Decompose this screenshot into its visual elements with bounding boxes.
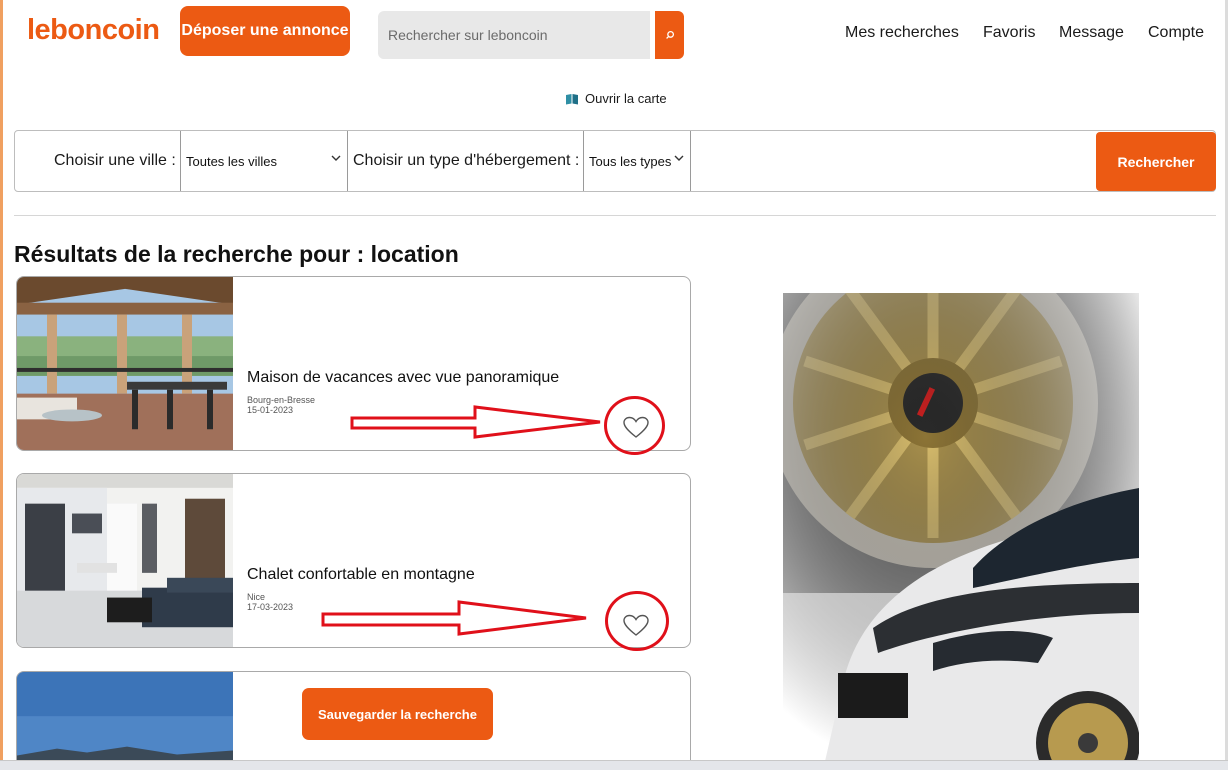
listing-title[interactable]: Chalet confortable en montagne — [247, 566, 475, 584]
nav-favorites[interactable]: Favoris — [983, 24, 1035, 42]
search-icon — [665, 30, 674, 39]
type-select[interactable]: Tous les types — [583, 131, 691, 191]
type-filter-label: Choisir un type d'hébergement : — [353, 152, 580, 169]
site-logo[interactable]: leboncoin — [27, 14, 160, 47]
listing-city: Nice — [247, 592, 266, 602]
type-select-value: Tous les types — [589, 153, 672, 169]
save-search-button[interactable]: Sauvegarder la recherche — [302, 688, 493, 740]
filter-bar: Choisir une ville : Toutes les villes Ch… — [14, 130, 1216, 192]
city-filter-label: Choisir une ville : — [54, 152, 176, 169]
section-divider — [14, 215, 1216, 216]
listing-date: 15-01-2023 — [247, 405, 294, 415]
open-map-link[interactable]: Ouvrir la carte — [565, 91, 667, 106]
search-input[interactable] — [388, 27, 650, 43]
advertisement-image[interactable] — [783, 293, 1139, 770]
nav-messages[interactable]: Message — [1059, 24, 1124, 42]
city-select[interactable]: Toutes les villes — [180, 131, 348, 191]
chevron-down-icon — [674, 155, 684, 161]
search-button[interactable] — [655, 11, 684, 59]
search-submit-button[interactable]: Rechercher — [1096, 132, 1216, 191]
nav-account[interactable]: Compte — [1148, 24, 1204, 42]
nav-my-searches[interactable]: Mes recherches — [845, 24, 959, 42]
chevron-down-icon — [331, 155, 341, 161]
search-field[interactable] — [378, 11, 650, 59]
favorite-heart-icon[interactable] — [623, 614, 649, 638]
listing-card[interactable]: Maison de vacances avec vue panoramique … — [16, 276, 691, 451]
listing-card[interactable]: Chalet confortable en montagne Nice 17-0… — [16, 473, 691, 648]
results-title: Résultats de la recherche pour : locatio… — [14, 241, 459, 267]
deposit-ad-button[interactable]: Déposer une annonce — [180, 6, 350, 56]
listing-image-living-room[interactable] — [17, 474, 233, 647]
listing-date: 17-03-2023 — [247, 602, 294, 612]
map-book-icon — [566, 93, 578, 104]
taskbar — [0, 760, 1228, 770]
favorite-heart-icon[interactable] — [623, 416, 649, 440]
listing-city: Bourg-en-Bresse — [247, 395, 316, 405]
open-map-label: Ouvrir la carte — [585, 91, 667, 106]
listing-image-sky[interactable] — [17, 672, 233, 770]
city-select-value: Toutes les villes — [186, 153, 278, 169]
listing-title[interactable]: Maison de vacances avec vue panoramique — [247, 369, 559, 387]
listing-image-terrace[interactable] — [17, 277, 233, 450]
window-left-edge — [0, 0, 3, 770]
